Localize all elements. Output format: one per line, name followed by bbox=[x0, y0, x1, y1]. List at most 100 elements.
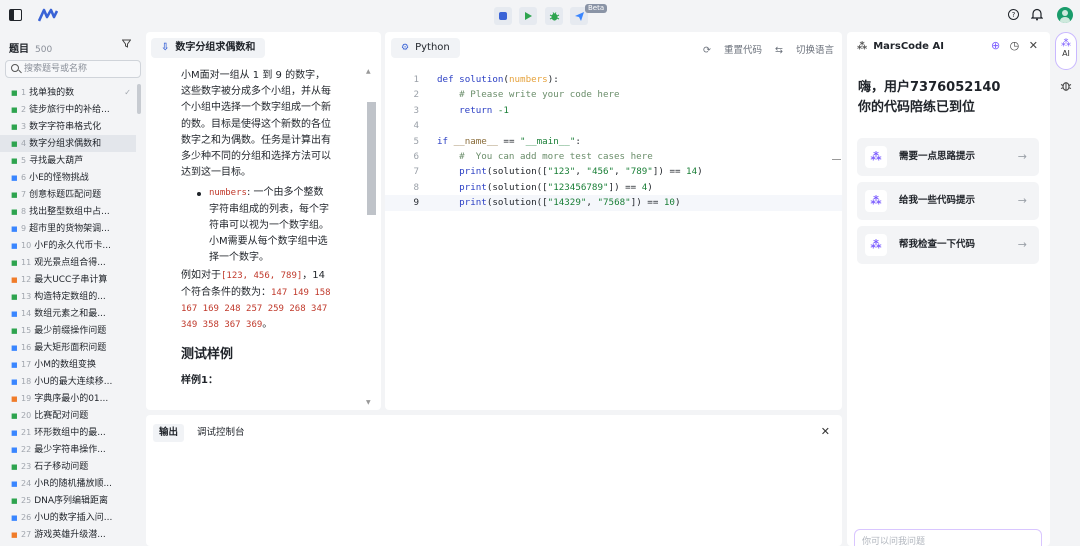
problem-tab-title: 数字分组求偶数和 bbox=[175, 42, 256, 53]
sidebar-item-2[interactable]: ■ 2 徒步旅行中的补给... bbox=[0, 101, 136, 118]
sidebar-item-1[interactable]: ■ 1 找单独的数 ✓ bbox=[0, 84, 136, 101]
help-icon[interactable]: ? bbox=[1008, 9, 1019, 20]
difficulty-badge: ■ bbox=[11, 123, 18, 131]
suggestion-check-button[interactable]: ⁂ 帮我检查一下代码 → bbox=[857, 226, 1039, 264]
problem-tab[interactable]: ⇩ 数字分组求偶数和 bbox=[151, 38, 266, 58]
sidebar-item-21[interactable]: ■ 21 环形数组中的最... bbox=[0, 424, 136, 441]
problem-number: 10 bbox=[21, 241, 32, 250]
problem-number: 21 bbox=[21, 428, 32, 437]
editor-actions: ⟳ 重置代码 ⇆ 切换语言 bbox=[693, 42, 834, 56]
code-line: 2 # Please write your code here bbox=[413, 89, 620, 101]
sidebar-item-19[interactable]: ■ 19 字典序最小的01... bbox=[0, 390, 136, 407]
switch-language-label: 切换语言 bbox=[795, 45, 834, 56]
history-icon[interactable]: ◷ bbox=[1010, 39, 1020, 52]
difficulty-badge: ■ bbox=[11, 293, 18, 301]
sidebar-item-6[interactable]: ■ 6 小E的怪物挑战 bbox=[0, 169, 136, 186]
reset-code-button[interactable]: ⟳ 重置代码 bbox=[703, 45, 762, 56]
language-tab[interactable]: ⚙ Python bbox=[391, 38, 460, 58]
problem-number: 24 bbox=[21, 479, 32, 488]
problem-number: 23 bbox=[21, 462, 32, 471]
sparkle-icon: ⁂ bbox=[857, 41, 868, 52]
code-line: 3 return -1 bbox=[413, 104, 509, 116]
sidebar-item-4[interactable]: ■ 4 数字分组求偶数和 bbox=[0, 135, 136, 152]
sample-label: 样例1： bbox=[181, 375, 218, 387]
sidebar-item-13[interactable]: ■ 13 构造特定数组的... bbox=[0, 288, 136, 305]
tab-debug-console[interactable]: 调试控制台 bbox=[191, 424, 251, 442]
problem-sidebar: 题目 500 搜索题号或名称 ■ 1 找单独的数 ✓ ■ 2 徒步旅行中的补给... ■ 3 数字字… bbox=[0, 32, 145, 546]
new-chat-icon[interactable]: ⊕ bbox=[991, 39, 1000, 52]
problem-number: 4 bbox=[21, 139, 27, 148]
sparkle-icon: ⁂ bbox=[865, 146, 887, 168]
close-ai-icon[interactable]: ✕ bbox=[1029, 39, 1038, 52]
sidebar-item-14[interactable]: ■ 14 数组元素之和最... bbox=[0, 305, 136, 322]
problem-scroll-thumb[interactable] bbox=[367, 102, 376, 215]
sidebar-header: 题目 500 bbox=[9, 40, 52, 55]
search-input[interactable]: 搜索题号或名称 bbox=[5, 60, 141, 78]
switch-language-button[interactable]: ⇆ 切换语言 bbox=[775, 45, 834, 56]
ai-panel: ⁂ MarsCode AI ⊕ ◷ ✕ 嗨，用户7376052140 你的代码陪练… bbox=[847, 32, 1050, 546]
filter-icon[interactable] bbox=[121, 39, 132, 51]
play-icon bbox=[525, 12, 532, 20]
sidebar-item-3[interactable]: ■ 3 数字字符串格式化 bbox=[0, 118, 136, 135]
marscode-logo-icon bbox=[38, 8, 58, 22]
sidebar-item-5[interactable]: ■ 5 寻找最大葫芦 bbox=[0, 152, 136, 169]
run-button[interactable] bbox=[519, 7, 537, 25]
code-editor: ⚙ Python ⟳ 重置代码 ⇆ 切换语言 1 def solution(numb… bbox=[385, 32, 842, 410]
problem-number: 1 bbox=[21, 88, 27, 97]
bell-icon[interactable] bbox=[1031, 8, 1043, 21]
sidebar-item-25[interactable]: ■ 25 DNA序列编辑距离 bbox=[0, 492, 136, 509]
close-icon[interactable]: ✕ bbox=[821, 425, 830, 438]
sidebar-item-15[interactable]: ■ 15 最少前缀操作问题 bbox=[0, 322, 136, 339]
suggestion-code-button[interactable]: ⁂ 给我一些代码提示 → bbox=[857, 182, 1039, 220]
code-area[interactable]: 1 def solution(numbers): 2 # Please write… bbox=[385, 72, 842, 211]
sidebar-item-18[interactable]: ■ 18 小U的最大连续移... bbox=[0, 373, 136, 390]
problem-title: 比赛配对问题 bbox=[34, 411, 89, 421]
difficulty-badge: ■ bbox=[11, 514, 18, 522]
sidebar-item-20[interactable]: ■ 20 比赛配对问题 bbox=[0, 407, 136, 424]
problem-title: 数字分组求偶数和 bbox=[29, 139, 102, 149]
reset-code-label: 重置代码 bbox=[723, 45, 762, 56]
sidebar-item-23[interactable]: ■ 23 石子移动问题 bbox=[0, 458, 136, 475]
suggestion-hint-button[interactable]: ⁂ 需要一点思路提示 → bbox=[857, 138, 1039, 176]
problem-description: 小M面对一组从 1 到 9 的数字，这些数字被分成多个小组，并从每个小组中选择一… bbox=[181, 68, 331, 390]
sidebar-item-7[interactable]: ■ 7 创意标题匹配问题 bbox=[0, 186, 136, 203]
bug-icon[interactable] bbox=[1060, 80, 1072, 95]
problem-title: 最大UCC子串计算 bbox=[34, 275, 108, 285]
problem-title: 字典序最小的01... bbox=[34, 394, 109, 404]
code-line: 5 if __name__ == "__main__": bbox=[413, 135, 581, 147]
problem-number: 3 bbox=[21, 122, 27, 131]
sidebar-item-9[interactable]: ■ 9 超市里的货物架调... bbox=[0, 220, 136, 237]
sidebar-item-17[interactable]: ■ 17 小M的数组变换 bbox=[0, 356, 136, 373]
sidebar-item-12[interactable]: ■ 12 最大UCC子串计算 bbox=[0, 271, 136, 288]
problem-title: 超市里的货物架调... bbox=[29, 224, 110, 234]
sidebar-item-24[interactable]: ■ 24 小R的随机播放顺... bbox=[0, 475, 136, 492]
sidebar-item-22[interactable]: ■ 22 最少字符串操作... bbox=[0, 441, 136, 458]
sidebar-item-27[interactable]: ■ 27 游戏英雄升级潜... bbox=[0, 526, 136, 543]
problem-title: 石子移动问题 bbox=[34, 462, 89, 472]
submit-button[interactable] bbox=[494, 7, 512, 25]
problem-number: 6 bbox=[21, 173, 27, 182]
problem-title: 环形数组中的最... bbox=[34, 428, 106, 438]
sidebar-item-11[interactable]: ■ 11 观光景点组合得... bbox=[0, 254, 136, 271]
sidebar-item-10[interactable]: ■ 10 小F的永久代币卡... bbox=[0, 237, 136, 254]
difficulty-badge: ■ bbox=[11, 446, 18, 454]
editor-edge-marker bbox=[832, 159, 841, 160]
sidebar-item-26[interactable]: ■ 26 小U的数字插入问... bbox=[0, 509, 136, 526]
problem-number: 16 bbox=[21, 343, 32, 352]
difficulty-badge: ■ bbox=[11, 208, 18, 216]
problem-title: 小E的怪物挑战 bbox=[29, 173, 89, 183]
sidebar-scrollbar[interactable] bbox=[137, 84, 141, 114]
ai-chat-input[interactable]: 你可以问我问题 bbox=[854, 529, 1042, 546]
sidebar-item-8[interactable]: ■ 8 找出整型数组中占... bbox=[0, 203, 136, 220]
problem-title: 徒步旅行中的补给... bbox=[29, 105, 110, 115]
problem-title: 小F的永久代币卡... bbox=[34, 241, 111, 251]
sidebar-toggle-icon[interactable] bbox=[9, 9, 22, 21]
difficulty-badge: ■ bbox=[11, 395, 18, 403]
tab-output[interactable]: 输出 bbox=[153, 424, 185, 442]
problem-title: 最少前缀操作问题 bbox=[34, 326, 107, 336]
sidebar-item-16[interactable]: ■ 16 最大矩形面积问题 bbox=[0, 339, 136, 356]
difficulty-badge: ■ bbox=[11, 429, 18, 437]
avatar[interactable] bbox=[1057, 7, 1073, 23]
ai-rail-button[interactable]: ⁂ AI bbox=[1055, 32, 1077, 70]
debug-button[interactable] bbox=[545, 7, 563, 25]
